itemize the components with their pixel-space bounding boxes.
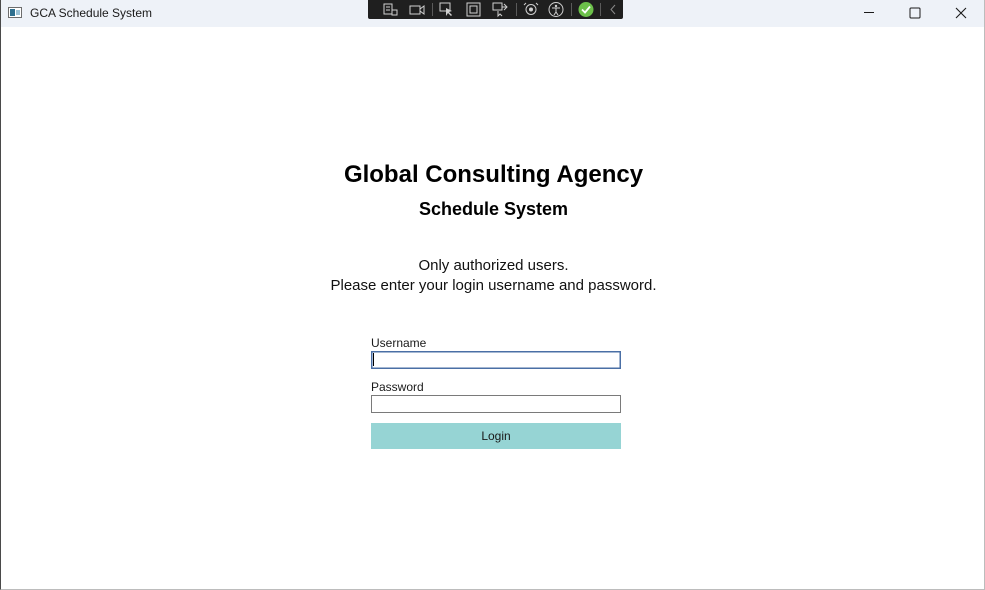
- close-icon: [955, 7, 967, 19]
- track-focus-icon[interactable]: [491, 1, 509, 18]
- text-caret: [373, 353, 374, 366]
- notice-line-authorized: Only authorized users.: [418, 257, 569, 274]
- minimize-button[interactable]: [846, 0, 892, 27]
- display-layout-adorners-icon[interactable]: [465, 1, 483, 18]
- toolbar-separator: [571, 3, 572, 16]
- toolbar-separator: [432, 3, 433, 16]
- minimize-icon: [864, 12, 874, 13]
- username-label: Username: [371, 336, 427, 350]
- app-icon: [8, 7, 22, 18]
- password-field[interactable]: [371, 395, 621, 413]
- maximize-button[interactable]: [892, 0, 938, 27]
- collapse-chevron-icon[interactable]: [605, 1, 623, 18]
- video-record-icon[interactable]: [408, 1, 426, 18]
- checkmark-icon[interactable]: [577, 1, 595, 18]
- live-visual-tree-icon[interactable]: [381, 1, 399, 18]
- title-bar[interactable]: GCA Schedule System: [1, 0, 984, 27]
- toolbar-separator: [516, 3, 517, 16]
- app-window: GCA Schedule System Global Consulting Ag…: [0, 0, 985, 590]
- notice-line-instructions: Please enter your login username and pas…: [330, 277, 657, 294]
- password-label: Password: [371, 380, 424, 394]
- toolbar-separator: [600, 3, 601, 16]
- page-subtitle: Schedule System: [418, 199, 569, 219]
- login-button[interactable]: Login: [371, 423, 621, 449]
- xaml-debug-toolbar: [368, 0, 623, 19]
- accessibility-icon[interactable]: [547, 1, 565, 18]
- maximize-icon: [909, 7, 921, 19]
- select-element-icon[interactable]: [438, 1, 456, 18]
- close-button[interactable]: [938, 0, 984, 27]
- hot-reload-icon[interactable]: [522, 1, 540, 18]
- page-title: Global Consulting Agency: [343, 161, 644, 188]
- window-title: GCA Schedule System: [30, 6, 153, 20]
- username-field[interactable]: [371, 351, 621, 369]
